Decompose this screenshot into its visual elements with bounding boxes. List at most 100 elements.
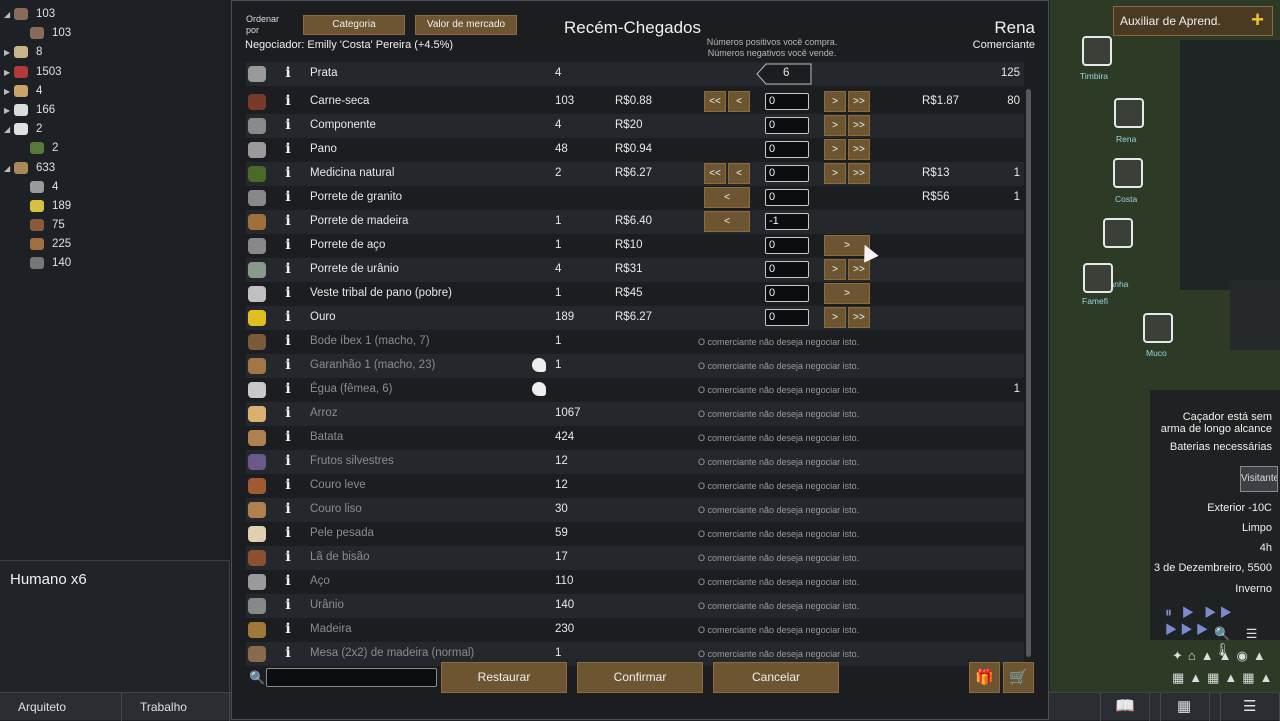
- info-icon[interactable]: i: [283, 141, 293, 159]
- pawn-portrait[interactable]: [1143, 313, 1173, 343]
- buy-all-button[interactable]: >>: [848, 91, 870, 112]
- org-chart-icon[interactable]: ▦: [1160, 693, 1210, 721]
- buy-all-button[interactable]: >>: [848, 139, 870, 160]
- sort-market-value-button[interactable]: Valor de mercado: [415, 15, 517, 35]
- pawn-name[interactable]: Rena: [1116, 134, 1136, 144]
- alert-batteries[interactable]: Baterias necessárias: [1170, 441, 1272, 453]
- quantity-input[interactable]: 0: [765, 141, 809, 158]
- info-icon[interactable]: i: [283, 189, 293, 207]
- buy-one-button[interactable]: >: [824, 139, 846, 160]
- resource-row[interactable]: ▶ 4: [4, 82, 42, 100]
- info-icon[interactable]: i: [283, 237, 293, 255]
- cart-icon[interactable]: 🛒: [1003, 662, 1034, 693]
- work-tab[interactable]: Trabalho: [122, 693, 230, 721]
- info-icon[interactable]: i: [283, 597, 293, 615]
- sort-category-button[interactable]: Categoria: [303, 15, 405, 35]
- buy-one-button[interactable]: >: [824, 91, 846, 112]
- info-icon[interactable]: i: [283, 165, 293, 183]
- quantity-input[interactable]: 0: [765, 309, 809, 326]
- expand-arrow-icon[interactable]: ◢: [4, 10, 14, 19]
- pawn-portrait[interactable]: [1114, 98, 1144, 128]
- expand-arrow-icon[interactable]: ▶: [4, 106, 14, 115]
- menu-icon[interactable]: ☰: [1220, 693, 1280, 721]
- buy-all-button[interactable]: >>: [848, 163, 870, 184]
- pawn-name[interactable]: Timbira: [1080, 71, 1108, 81]
- resource-row[interactable]: 4: [20, 178, 58, 196]
- resource-row[interactable]: ◢ 2: [4, 120, 42, 138]
- expand-arrow-icon[interactable]: ▶: [4, 48, 14, 57]
- info-icon[interactable]: i: [283, 261, 293, 279]
- cancel-button[interactable]: Cancelar: [713, 662, 839, 693]
- quantity-input[interactable]: 0: [765, 237, 809, 254]
- resource-row[interactable]: ▶ 166: [4, 101, 55, 119]
- buy-one-button[interactable]: >: [824, 259, 846, 280]
- info-icon[interactable]: i: [283, 333, 293, 351]
- info-icon[interactable]: i: [283, 93, 293, 111]
- confirm-button[interactable]: Confirmar: [577, 662, 703, 693]
- expand-arrow-icon[interactable]: ▶: [4, 87, 14, 96]
- buy-one-button[interactable]: >: [824, 283, 870, 304]
- info-icon[interactable]: i: [283, 525, 293, 543]
- quantity-input[interactable]: 0: [765, 285, 809, 302]
- toggle-icons-row2[interactable]: ✦⌂▲▲◉▲: [1172, 648, 1271, 664]
- toggle-icons-row3[interactable]: ▦▲▦▲▦▲: [1172, 670, 1277, 686]
- pawn-portrait[interactable]: [1083, 263, 1113, 293]
- quantity-input[interactable]: 0: [765, 165, 809, 182]
- quantity-input[interactable]: 0: [765, 93, 809, 110]
- quantity-input[interactable]: 0: [765, 117, 809, 134]
- expand-arrow-icon[interactable]: ◢: [4, 125, 14, 134]
- alert-hunter[interactable]: Caçador está sem arma de longo alcance: [1161, 411, 1272, 435]
- resource-row[interactable]: 103: [20, 24, 71, 42]
- pawn-name[interactable]: Famefi: [1082, 296, 1108, 306]
- buy-one-button[interactable]: >: [824, 163, 846, 184]
- book-icon[interactable]: 📖: [1100, 693, 1150, 721]
- buy-all-button[interactable]: >>: [848, 307, 870, 328]
- info-icon[interactable]: i: [283, 501, 293, 519]
- resource-row[interactable]: 140: [20, 254, 71, 272]
- info-icon[interactable]: i: [283, 645, 293, 663]
- resource-row[interactable]: ▶ 1503: [4, 63, 62, 81]
- pawn-name[interactable]: Costa: [1115, 194, 1137, 204]
- resource-row[interactable]: 225: [20, 235, 71, 253]
- list-scrollbar[interactable]: [1026, 89, 1031, 657]
- info-icon[interactable]: i: [283, 65, 293, 83]
- sell-one-button[interactable]: <: [704, 187, 750, 208]
- quantity-input[interactable]: -1: [765, 213, 809, 230]
- pawn-portrait[interactable]: [1113, 158, 1143, 188]
- buy-one-button[interactable]: >: [824, 307, 846, 328]
- gift-icon[interactable]: 🎁: [969, 662, 1000, 693]
- info-icon[interactable]: i: [283, 429, 293, 447]
- info-icon[interactable]: i: [283, 621, 293, 639]
- info-icon[interactable]: i: [283, 573, 293, 591]
- buy-all-button[interactable]: >>: [848, 259, 870, 280]
- info-icon[interactable]: i: [283, 453, 293, 471]
- sell-all-button[interactable]: <<: [704, 163, 726, 184]
- reset-button[interactable]: Restaurar: [441, 662, 567, 693]
- resource-row[interactable]: 2: [20, 139, 58, 157]
- info-icon[interactable]: i: [283, 477, 293, 495]
- pawn-name[interactable]: Muco: [1146, 348, 1167, 358]
- resource-row[interactable]: 189: [20, 197, 71, 215]
- info-icon[interactable]: i: [283, 309, 293, 327]
- visitors-badge[interactable]: Visitantes: [1240, 466, 1278, 492]
- expand-arrow-icon[interactable]: ◢: [4, 164, 14, 173]
- search-input[interactable]: [266, 668, 437, 687]
- learning-helper-panel[interactable]: Auxiliar de Aprend. +: [1113, 6, 1273, 36]
- info-icon[interactable]: i: [283, 213, 293, 231]
- resource-row[interactable]: ◢ 103: [4, 5, 55, 23]
- architect-tab[interactable]: Arquiteto: [0, 693, 122, 721]
- info-icon[interactable]: i: [283, 357, 293, 375]
- buy-one-button[interactable]: >: [824, 115, 846, 136]
- pawn-portrait[interactable]: [1082, 36, 1112, 66]
- sell-all-button[interactable]: <<: [704, 91, 726, 112]
- quantity-input[interactable]: 0: [765, 189, 809, 206]
- plus-icon[interactable]: +: [1251, 7, 1264, 33]
- info-icon[interactable]: i: [283, 381, 293, 399]
- info-icon[interactable]: i: [283, 285, 293, 303]
- sell-one-button[interactable]: <: [728, 163, 750, 184]
- sell-one-button[interactable]: <: [728, 91, 750, 112]
- quantity-input[interactable]: 0: [765, 261, 809, 278]
- sell-one-button[interactable]: <: [704, 211, 750, 232]
- info-icon[interactable]: i: [283, 405, 293, 423]
- resource-row[interactable]: ◢ 633: [4, 159, 55, 177]
